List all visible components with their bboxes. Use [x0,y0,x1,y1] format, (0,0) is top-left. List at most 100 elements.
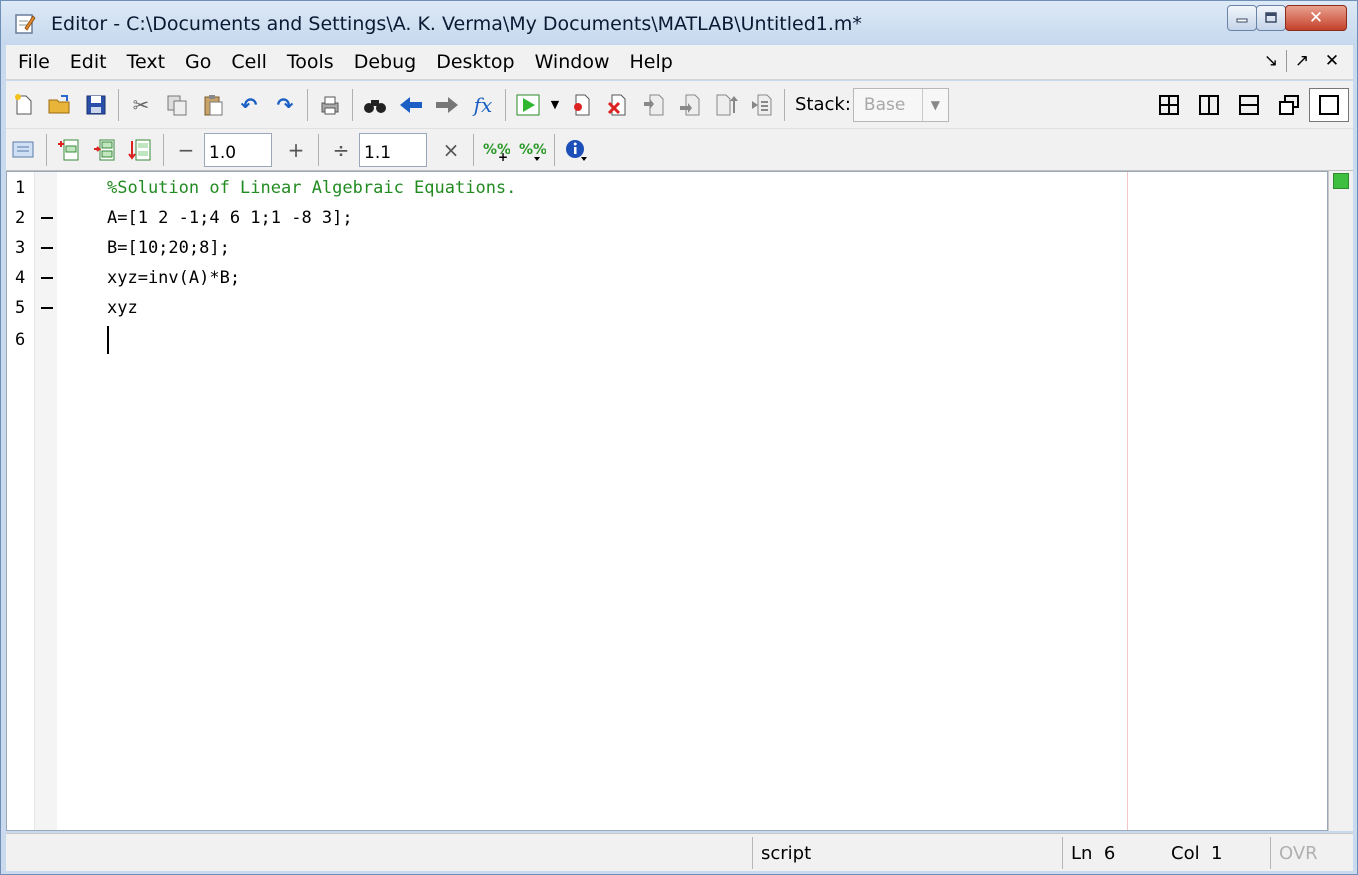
clear-breakpoints-button[interactable] [600,88,636,122]
open-file-button[interactable] [42,88,78,122]
executable-line-marker[interactable] [41,277,53,279]
step-out-button[interactable] [708,88,744,122]
print-button[interactable] [312,88,348,122]
split-vertical-icon [1199,95,1219,115]
increment-button[interactable]: + [278,138,314,162]
code-analyzer-ok-indicator[interactable] [1333,173,1349,189]
menu-tools[interactable]: Tools [277,51,344,73]
executable-line-marker[interactable] [41,307,53,309]
split-vertical-button[interactable] [1189,88,1229,122]
step-button[interactable] [636,88,672,122]
tile-grid-icon [1159,95,1179,115]
close-editor-icon[interactable]: ✕ [1317,51,1347,71]
step-in-icon [680,94,700,115]
menu-cell[interactable]: Cell [221,51,277,73]
new-file-icon [15,93,32,114]
decrement-button[interactable]: − [168,138,204,162]
line-number: 1 [15,178,26,198]
minimize-button[interactable] [1227,5,1257,31]
undock-icon[interactable]: ↗ [1287,51,1317,71]
dropdown-arrow-icon: ▼ [550,98,560,111]
function-browser-button[interactable]: fx [465,88,501,122]
code-editor[interactable]: 1 %Solution of Linear Algebraic Equation… [6,171,1328,831]
cut-button[interactable]: ✂ [123,88,159,122]
go-back-button[interactable] [393,88,429,122]
menu-help[interactable]: Help [619,51,682,73]
set-breakpoint-button[interactable] [564,88,600,122]
ln-label: Ln [1071,843,1093,864]
code-line-5[interactable]: 5 xyz [7,294,1107,324]
maximize-layout-button[interactable] [1309,88,1349,122]
cell-divider-menu-button[interactable]: %% [514,133,550,167]
redo-button[interactable]: ↷ [267,88,303,122]
save-icon [86,95,106,114]
divide-button[interactable]: ÷ [323,138,359,162]
printer-icon [321,96,339,114]
toolbar-separator [554,133,555,166]
ln-value: 6 [1103,843,1116,864]
find-button[interactable] [357,88,393,122]
undo-button[interactable]: ↶ [231,88,267,122]
run-icon [516,94,540,115]
float-layout-button[interactable] [1269,88,1309,122]
svg-text:%%: %% [519,142,546,158]
cell-divider-menu-icon: %% [519,142,546,161]
paste-button[interactable] [195,88,231,122]
eval-file-button[interactable] [123,133,159,167]
maximize-button[interactable] [1256,5,1286,31]
eval-cell-button[interactable] [51,133,87,167]
toolbar-separator [784,88,785,121]
split-horizontal-button[interactable] [1229,88,1269,122]
binoculars-icon [364,99,386,113]
redo-icon: ↷ [276,92,294,117]
run-button[interactable] [510,88,546,122]
insert-cell-divider-button[interactable]: %% + [478,133,514,167]
close-icon: ✕ [1308,8,1324,28]
line-number: 6 [15,330,26,350]
cell-help-button[interactable] [559,133,595,167]
clear-breakpoints-icon [607,94,626,115]
multiply-button[interactable]: × [433,138,469,162]
cell-mode-button[interactable] [6,133,42,167]
step-in-button[interactable] [672,88,708,122]
svg-text:+: + [498,150,508,162]
info-icon [566,139,587,161]
run-options-dropdown[interactable]: ▼ [546,88,564,122]
exit-debug-button[interactable] [744,88,780,122]
code-line-4[interactable]: 4 xyz=inv(A)*B; [7,264,1107,294]
toolbar-separator [473,133,474,166]
code-line-1[interactable]: 1 %Solution of Linear Algebraic Equation… [7,174,1107,204]
copy-button[interactable] [159,88,195,122]
scale-value-field[interactable] [359,132,427,167]
menu-edit[interactable]: Edit [60,51,117,73]
increment-value-field[interactable] [204,132,272,167]
menu-file[interactable]: File [6,51,60,73]
menu-go[interactable]: Go [175,51,221,73]
line-number: 4 [15,268,26,288]
stack-select[interactable]: Base ▼ [852,87,949,122]
dock-icon[interactable]: ↘ [1256,51,1286,71]
arrow-left-icon [400,96,422,113]
code-line-2[interactable]: 2 A=[1 2 -1;4 6 1;1 -8 3]; [7,204,1107,234]
eval-cell-advance-button[interactable] [87,133,123,167]
minimize-icon [1236,18,1248,23]
toolbar-separator [505,88,506,121]
go-forward-button[interactable] [429,88,465,122]
eval-file-icon [128,139,151,160]
menu-desktop[interactable]: Desktop [426,51,524,73]
executable-line-marker[interactable] [41,217,53,219]
editor-app-icon [15,14,36,34]
executable-line-marker[interactable] [41,247,53,249]
menu-debug[interactable]: Debug [344,51,426,73]
title-bar: Editor - C:\Documents and Settings\A. K.… [1,1,1357,45]
menu-text[interactable]: Text [117,51,175,73]
save-button[interactable] [78,88,114,122]
new-file-button[interactable] [6,88,42,122]
right-margin-line [1127,172,1128,830]
tile-layout-button[interactable] [1149,88,1189,122]
code-line-6[interactable]: 6 [7,326,1107,356]
close-window-button[interactable]: ✕ [1285,5,1347,31]
code-line-3[interactable]: 3 B=[10;20;8]; [7,234,1107,264]
cell-mode-icon [12,141,34,157]
menu-window[interactable]: Window [525,51,620,73]
